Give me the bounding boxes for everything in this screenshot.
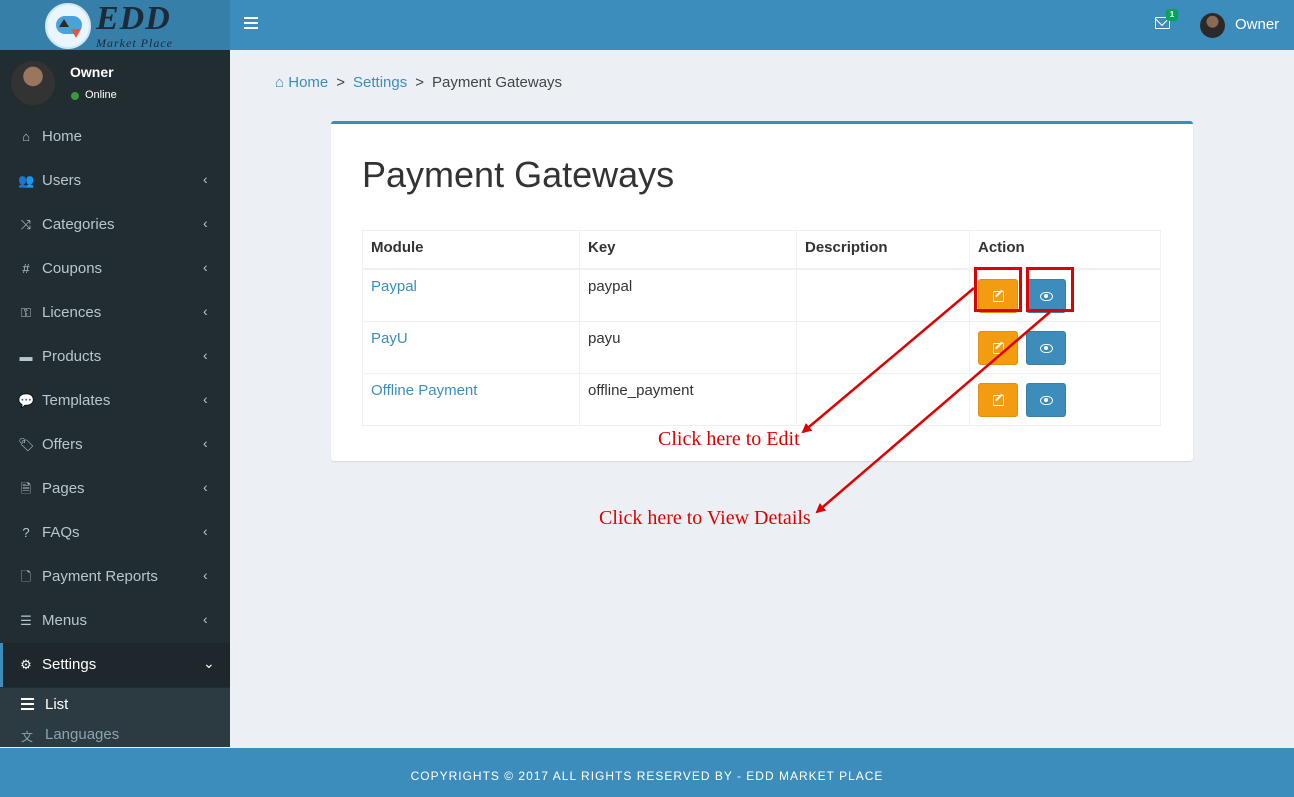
edit-annotation: Click here to Edit: [658, 428, 800, 450]
annotation-arrows: [801, 287, 1051, 514]
view-arrow: [815, 311, 1051, 514]
view-annotation: Click here to View Details: [599, 507, 811, 529]
edit-arrow: [801, 287, 975, 434]
copyright-text: COPYRIGHTS © 2017 ALL RIGHTS RESERVED BY…: [410, 769, 884, 783]
footer: COPYRIGHTS © 2017 ALL RIGHTS RESERVED BY…: [0, 748, 1294, 797]
